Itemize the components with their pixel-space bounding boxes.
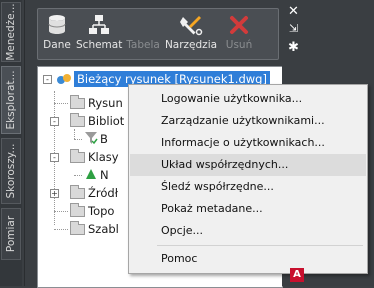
context-menu: Logowanie użytkownika... Zarządzanie uży…: [128, 84, 368, 274]
gear-icon[interactable]: ✱: [288, 40, 299, 55]
table-icon: [124, 13, 162, 37]
menu-item-help[interactable]: Pomoc: [130, 248, 366, 270]
tree-item-query[interactable]: B: [100, 131, 108, 147]
autocad-logo: A: [290, 268, 304, 282]
folder-icon: [70, 185, 85, 199]
tab-label: Skoroszy...: [5, 143, 17, 199]
schema-button[interactable]: Schemat: [76, 13, 122, 57]
menu-item-label: Opcje...: [161, 224, 204, 237]
menu-item-options[interactable]: Opcje...: [130, 220, 366, 242]
menu-item-user-management[interactable]: Zarządzanie użytkownikami...: [130, 110, 366, 132]
expand-toggle[interactable]: +: [50, 189, 59, 198]
vertical-tab-strip: Menedże... Eksplorat... Skoroszy... Pomi…: [0, 0, 22, 286]
collapse-toggle[interactable]: -: [50, 117, 59, 126]
delete-icon: [222, 13, 256, 37]
menu-item-label: Pokaż metadane...: [161, 202, 263, 215]
database-icon: [40, 13, 74, 37]
menu-item-label: Śledź współrzędne...: [161, 180, 274, 193]
tree-item-library[interactable]: Bibliot: [88, 113, 124, 129]
delete-button[interactable]: Usuń: [222, 13, 256, 57]
collapse-toggle[interactable]: -: [43, 75, 52, 84]
menu-item-label: Logowanie użytkownika...: [161, 92, 303, 105]
tree-item-sources[interactable]: Źródł: [88, 185, 118, 201]
button-label: Schemat: [76, 39, 123, 51]
menu-item-login[interactable]: Logowanie użytkownika...: [130, 88, 366, 110]
close-icon[interactable]: ✕: [288, 4, 299, 19]
tab-explorer[interactable]: Eksplorat...: [1, 66, 21, 134]
class-icon: [86, 169, 96, 179]
tools-button[interactable]: Narzędzia: [164, 13, 218, 57]
folder-icon: [70, 203, 85, 217]
tree-item-templates[interactable]: Szabl: [88, 221, 119, 237]
menu-item-label: Zarządzanie użytkownikami...: [161, 114, 325, 127]
schema-icon: [76, 13, 122, 37]
toolbar: Dane Schemat Tabela Narzędzia Usuń: [37, 8, 279, 60]
folder-icon: [70, 149, 85, 163]
tree-item-class[interactable]: N: [100, 167, 109, 183]
pin-icon[interactable]: ⇲: [289, 22, 298, 35]
button-label: Tabela: [126, 39, 160, 51]
tab-label: Eksplorat...: [5, 70, 17, 130]
tree-item-drawings[interactable]: Rysun: [88, 95, 123, 111]
menu-item-label: Układ współrzędnych...: [161, 158, 289, 171]
menu-item-user-info[interactable]: Informacje o użytkownikach...: [130, 132, 366, 154]
tab-label: Pomiar: [5, 215, 17, 253]
tab-manager[interactable]: Menedże...: [1, 2, 21, 62]
menu-item-label: Informacje o użytkownikach...: [161, 136, 325, 149]
data-button[interactable]: Dane: [40, 13, 74, 57]
folder-icon: [70, 221, 85, 235]
folder-icon: [70, 95, 85, 109]
tab-workbook[interactable]: Skoroszy...: [1, 138, 21, 204]
button-label: Narzędzia: [164, 39, 218, 51]
button-label: Dane: [43, 39, 71, 51]
filter-icon: [85, 132, 98, 145]
menu-item-track-coordinates[interactable]: Śledź współrzędne...: [130, 176, 366, 198]
menu-item-coordinate-system[interactable]: Układ współrzędnych...: [130, 154, 366, 176]
button-label: Usuń: [225, 39, 253, 51]
tab-survey[interactable]: Pomiar: [1, 208, 21, 260]
tab-label: Menedże...: [5, 3, 17, 61]
tree-item-topology[interactable]: Topo: [88, 203, 114, 219]
drawing-icon: [57, 74, 71, 84]
folder-icon: [70, 113, 85, 127]
collapse-toggle[interactable]: -: [50, 153, 59, 162]
menu-item-show-metadata[interactable]: Pokaż metadane...: [130, 198, 366, 220]
tools-icon: [164, 13, 218, 37]
tree-item-classes[interactable]: Klasy: [88, 149, 119, 165]
menu-separator: [157, 245, 363, 246]
table-button[interactable]: Tabela: [124, 13, 162, 57]
menu-item-label: Pomoc: [161, 252, 198, 265]
